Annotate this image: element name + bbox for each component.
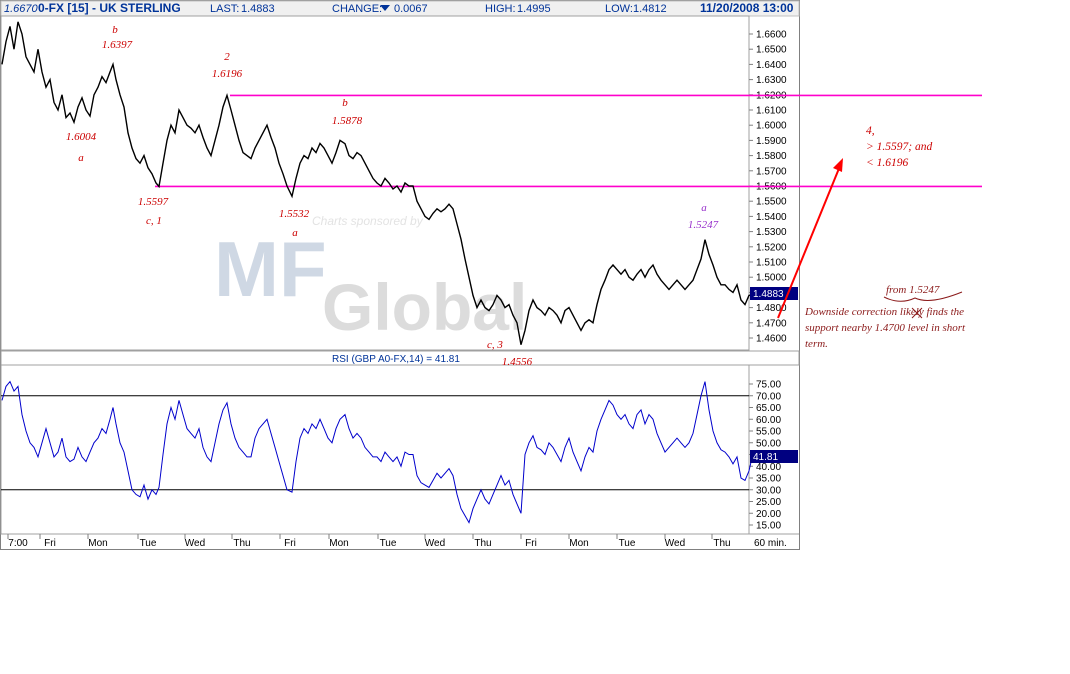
wave-label: 1.5532 — [279, 208, 310, 220]
from-note: from 1.5247 — [886, 284, 940, 296]
x-tick-label: Tue — [619, 538, 636, 549]
rsi-tick-label: 25.00 — [756, 497, 781, 508]
rsi-tick-label: 35.00 — [756, 474, 781, 485]
rsi-panel — [0, 364, 750, 535]
x-tick-label: Wed — [425, 538, 445, 549]
price-tick-label: 1.6500 — [756, 45, 787, 56]
wave-label: b — [342, 97, 348, 109]
header-symbol: 0-FX [15] - UK STERLING — [38, 1, 181, 15]
rsi-tick-label: 60.00 — [756, 415, 781, 426]
x-tick-label: Tue — [380, 538, 397, 549]
rsi-tick-label: 55.00 — [756, 427, 781, 438]
x-axis-unit: 60 min. — [754, 538, 787, 549]
header-high: 1.4995 — [517, 3, 551, 15]
watermark-mf: MF — [214, 225, 327, 313]
rsi-title: RSI (GBP A0-FX,14) = 41.81 — [332, 354, 460, 365]
price-tick-label: 1.5800 — [756, 151, 787, 162]
rsi-tick-label: 50.00 — [756, 438, 781, 449]
wave-label: 1.6004 — [66, 131, 97, 143]
price-tick-label: 1.5500 — [756, 197, 787, 208]
price-tick-label: 1.5300 — [756, 227, 787, 238]
wave-label: 1.5878 — [332, 115, 363, 127]
rsi-tick-label: 40.00 — [756, 462, 781, 473]
wave-label: a — [78, 152, 84, 164]
price-tick-label: 1.6400 — [756, 60, 787, 71]
rsi-tick-label: 65.00 — [756, 403, 781, 414]
target-line2: > 1.5597; and — [866, 141, 932, 153]
rsi-tick-label: 30.00 — [756, 485, 781, 496]
price-tick-label: 1.5400 — [756, 212, 787, 223]
price-tick-label: 1.5200 — [756, 242, 787, 253]
price-tick-label: 1.5900 — [756, 136, 787, 147]
wave-label: b — [112, 24, 118, 36]
price-tick-label: 1.6000 — [756, 121, 787, 132]
x-tick-label: Mon — [329, 538, 348, 549]
rsi-tick-label: 20.00 — [756, 509, 781, 520]
note-line2: support nearby 1.4700 level in short — [805, 322, 966, 334]
header-low-label: LOW: — [605, 3, 633, 15]
header-low: 1.4812 — [633, 3, 667, 15]
price-tick-label: 1.6600 — [756, 30, 787, 41]
x-tick-label: Thu — [474, 538, 491, 549]
target-line1: 4, — [866, 125, 875, 137]
price-tick-label: 1.4600 — [756, 334, 787, 345]
wave-label: c, 1 — [146, 215, 162, 227]
wave-label: c, 3 — [487, 339, 503, 351]
header-open: 1.6670 — [4, 3, 39, 15]
rsi-tick-label: 15.00 — [756, 521, 781, 532]
note-line1: Downside correction likely finds the — [804, 306, 964, 318]
header-change-label: CHANGE: — [332, 3, 382, 15]
header-last: 1.4883 — [241, 3, 275, 15]
rsi-tick-label: 75.00 — [756, 380, 781, 391]
rsi-current-value: 41.81 — [753, 452, 778, 463]
x-tick-label: Fri — [284, 538, 296, 549]
rsi-tick-label: 70.00 — [756, 391, 781, 402]
x-tick-label: Wed — [665, 538, 685, 549]
header-change: 0.0067 — [394, 3, 428, 15]
price-tick-label: 1.6100 — [756, 106, 787, 117]
chart-svg: 1.6670 0-FX [15] - UK STERLING LAST: 1.4… — [0, 0, 982, 550]
x-tick-label: Fri — [525, 538, 537, 549]
price-tick-label: 1.5700 — [756, 166, 787, 177]
watermark-global: Global — [322, 270, 527, 344]
wave-label: 1.5247 — [688, 219, 719, 231]
target-line3: < 1.6196 — [866, 157, 909, 169]
watermark-sponsor: Charts sponsored by — [312, 214, 424, 228]
header-last-label: LAST: — [210, 3, 239, 15]
x-tick-label: Fri — [44, 538, 56, 549]
x-tick-label: Wed — [185, 538, 205, 549]
wave-label: 2 — [224, 51, 230, 63]
x-tick-label: Mon — [569, 538, 588, 549]
wave-label: 1.6196 — [212, 68, 243, 80]
price-tick-label: 1.6300 — [756, 75, 787, 86]
wave-label: 1.4556 — [502, 356, 533, 368]
price-current-value: 1.4883 — [753, 289, 784, 300]
x-tick-label: Tue — [140, 538, 157, 549]
price-tick-label: 1.5000 — [756, 273, 787, 284]
wave-label: 1.6397 — [102, 39, 133, 51]
x-tick-label: Thu — [713, 538, 730, 549]
price-tick-label: 1.4700 — [756, 318, 787, 329]
target-arrow-head — [833, 158, 843, 172]
header-high-label: HIGH: — [485, 3, 516, 15]
wave-label: a — [701, 202, 707, 214]
wave-label: 1.5597 — [138, 196, 169, 208]
header-datetime: 11/20/2008 13:00 — [700, 1, 794, 15]
wave-label: a — [292, 227, 298, 239]
x-tick-label: Mon — [88, 538, 107, 549]
note-line3: term. — [805, 338, 828, 350]
x-tick-label: 7:00 — [8, 538, 28, 549]
price-tick-label: 1.5100 — [756, 258, 787, 269]
x-tick-label: Thu — [233, 538, 250, 549]
